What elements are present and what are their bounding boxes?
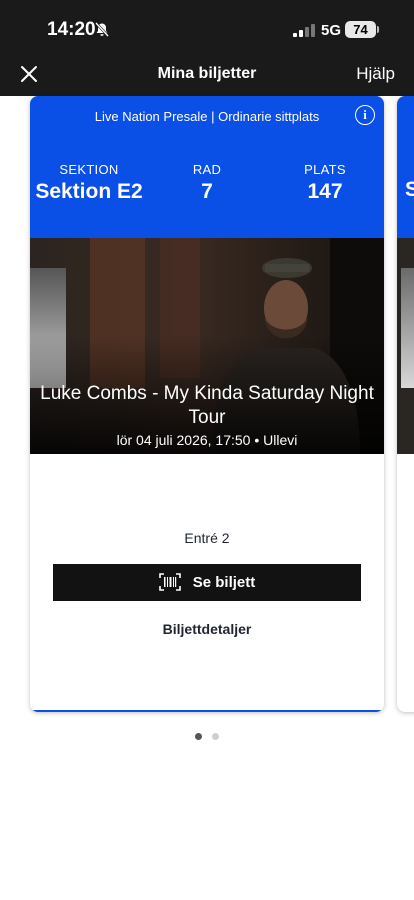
- ticket-details-link[interactable]: Biljettdetaljer: [30, 621, 384, 637]
- section-value: Sektion E2: [35, 180, 143, 203]
- row-label: RAD: [192, 162, 222, 177]
- section-label: SEKTION: [59, 162, 119, 177]
- page-dot-2[interactable]: [212, 733, 220, 740]
- help-link[interactable]: Hjälp: [356, 64, 395, 84]
- next-card-image: [397, 238, 414, 454]
- entrance-label: Entré 2: [184, 530, 230, 546]
- page-dot-1[interactable]: [194, 733, 202, 740]
- next-card-header: S: [397, 96, 414, 238]
- bell-off-icon: [95, 22, 109, 37]
- event-title: Luke Combs - My Kinda Saturday Night Tou…: [40, 383, 374, 428]
- row-value: 7: [201, 180, 213, 203]
- seat-info: PLATS 147: [270, 162, 380, 204]
- event-image: Luke Combs - My Kinda Saturday Night Tou…: [30, 238, 384, 454]
- ticket-card-header: Live Nation Presale | Ordinarie sittplat…: [30, 96, 384, 238]
- section-info: SEKTION Sektion E2: [34, 162, 144, 204]
- status-time: 14:20: [47, 19, 96, 40]
- next-card-image-highlight: [401, 268, 414, 388]
- ticket-card[interactable]: Live Nation Presale | Ordinarie sittplat…: [30, 96, 384, 712]
- page-indicator: [0, 727, 414, 745]
- next-card-section: S: [405, 178, 414, 201]
- event-date: lör 04 juli 2026, 17:50 • Ullevi: [116, 432, 298, 448]
- nav-bar: Mina biljetter Hjälp: [0, 56, 414, 96]
- row-info: RAD 7: [155, 162, 259, 204]
- next-ticket-card[interactable]: S: [397, 96, 414, 712]
- page-title: Mina biljetter: [157, 65, 257, 82]
- barcode-icon: [158, 572, 181, 591]
- seat-value: 147: [307, 180, 343, 203]
- seat-label: PLATS: [304, 162, 346, 177]
- battery-tip: [377, 26, 379, 33]
- signal-icon: [293, 24, 315, 37]
- card-accent: [30, 710, 384, 712]
- ticket-type: Live Nation Presale | Ordinarie sittplat…: [94, 109, 320, 124]
- status-bar: 14:20 5G 74: [0, 0, 414, 56]
- network-type: 5G: [321, 22, 342, 39]
- view-ticket-button[interactable]: Se biljett: [53, 564, 361, 601]
- view-ticket-label: Se biljett: [192, 574, 256, 591]
- battery-icon: 74: [345, 21, 376, 38]
- info-icon[interactable]: i: [355, 105, 375, 125]
